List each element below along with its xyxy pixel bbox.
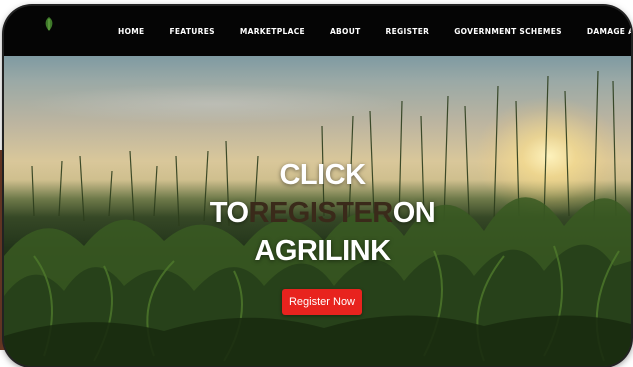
nav-home[interactable]: HOME <box>118 27 144 36</box>
nav-damage-alerts[interactable]: DAMAGE ALERTS <box>587 27 631 36</box>
nav-register[interactable]: REGISTER <box>386 27 430 36</box>
nav-features[interactable]: FEATURES <box>169 27 214 36</box>
hero-title-prefix: TO <box>209 197 249 229</box>
hero-title-line3: AGRILINK <box>254 235 391 267</box>
nav-marketplace[interactable]: MARKETPLACE <box>240 27 305 36</box>
register-now-button[interactable]: Register Now <box>282 289 362 315</box>
browser-frame: HOME FEATURES MARKETPLACE ABOUT REGISTER… <box>4 6 631 366</box>
top-navbar: HOME FEATURES MARKETPLACE ABOUT REGISTER… <box>4 6 631 56</box>
hero-title-line2: TOREGISTERON <box>14 194 631 232</box>
nav-menu: HOME FEATURES MARKETPLACE ABOUT REGISTER… <box>118 6 631 56</box>
nav-about[interactable]: ABOUT <box>330 27 361 36</box>
hero-title-highlight: REGISTER <box>248 197 394 229</box>
hero-title-line1: CLICK <box>279 159 366 191</box>
hero-title: CLICK TOREGISTERON AGRILINK <box>4 156 631 270</box>
nav-government-schemes[interactable]: GOVERNMENT SCHEMES <box>454 27 562 36</box>
hero-title-suffix: ON <box>392 197 436 229</box>
hero-banner: CLICK TOREGISTERON AGRILINK Register Now <box>4 56 631 366</box>
leaf-logo-icon[interactable] <box>42 16 56 32</box>
